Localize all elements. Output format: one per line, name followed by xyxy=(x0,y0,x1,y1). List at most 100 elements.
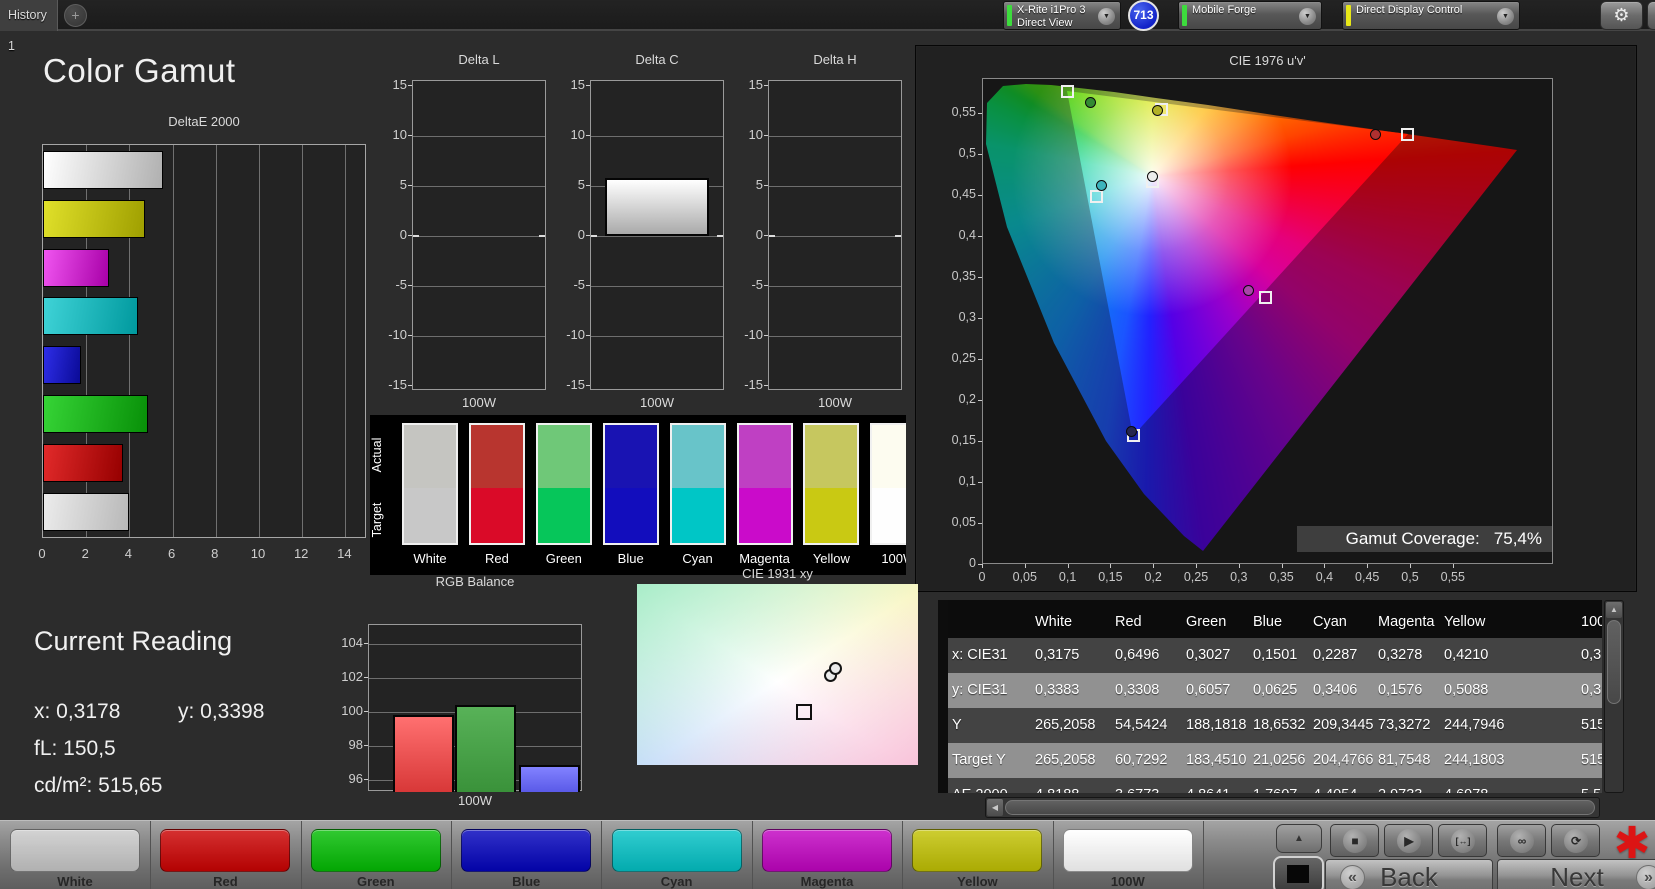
collapse-panel-button[interactable]: ◀ xyxy=(1647,1,1655,30)
scrollbar-thumb[interactable] xyxy=(1005,800,1595,815)
chevron-down-icon[interactable]: ▼ xyxy=(1098,8,1115,25)
chevron-down-icon[interactable]: ▼ xyxy=(1497,8,1514,25)
pattern-control-bar: White Red Green Blue Cyan Magenta Yellow 100W ▲ ■… xyxy=(0,820,1655,889)
pattern-button-blue[interactable] xyxy=(461,829,592,872)
display-control-dropdown[interactable]: Direct Display Control ▼ xyxy=(1342,1,1520,30)
add-tab-button[interactable]: + xyxy=(64,4,87,27)
tick-mark xyxy=(978,195,982,196)
bar-blue xyxy=(43,346,81,385)
gridline xyxy=(769,336,901,337)
gamut-coverage-label: Gamut Coverage: xyxy=(1345,529,1480,548)
y-tick-label: 0,5 xyxy=(958,146,976,160)
bar-yellow xyxy=(43,199,145,238)
tick-mark xyxy=(586,285,590,286)
table-cell: 18,6532 xyxy=(1253,717,1306,733)
table-cell: 81,7548 xyxy=(1378,752,1431,768)
scroll-left-button[interactable]: ◀ xyxy=(987,799,1003,816)
table-cell: 188,1818 xyxy=(1186,717,1247,733)
pattern-button-green[interactable] xyxy=(310,829,441,872)
chart-title: CIE 1931 xy xyxy=(742,566,813,581)
stop-icon: ■ xyxy=(1343,829,1367,853)
scroll-up-button[interactable]: ▲ xyxy=(1606,602,1622,618)
continuous-button[interactable]: ∞ xyxy=(1497,824,1546,857)
pattern-button-cyan[interactable] xyxy=(611,829,742,872)
reading-fl: fL: 150,5 xyxy=(34,737,116,760)
bar-red xyxy=(393,715,454,792)
x-tick-label: 0 xyxy=(38,546,46,561)
calman-window: History 1 + X-Rite i1Pro 3 Direct View ▼… xyxy=(0,0,1655,889)
pattern-button-white[interactable] xyxy=(10,829,140,872)
x-tick-label: 0,25 xyxy=(1183,570,1209,584)
table-cell: 0,1501 xyxy=(1253,647,1298,663)
table-cell: 0,2287 xyxy=(1313,647,1358,663)
chart-title: Delta H xyxy=(813,52,857,67)
cie1931-plot xyxy=(637,584,918,765)
tick-mark xyxy=(364,642,368,644)
tick-mark xyxy=(1410,564,1411,568)
gridline xyxy=(769,236,901,237)
x-tick-label: 4 xyxy=(124,546,132,561)
meter-dropdown[interactable]: X-Rite i1Pro 3 Direct View ▼ xyxy=(1003,1,1121,30)
next-button[interactable]: Next » xyxy=(1497,859,1655,889)
table-cell: 2,9733 xyxy=(1375,778,1441,793)
swatch-target xyxy=(671,488,724,543)
table-horizontal-scrollbar[interactable]: ◀ xyxy=(985,797,1600,818)
chart-title: RGB Balance xyxy=(435,574,515,589)
y-tick-label: 0,25 xyxy=(951,351,976,365)
pattern-button-yellow[interactable] xyxy=(912,829,1043,872)
refresh-button[interactable]: ⟳ xyxy=(1551,824,1600,857)
swatch-cyan xyxy=(669,423,726,545)
pattern-button-red[interactable] xyxy=(160,829,291,872)
stop-button[interactable]: ■ xyxy=(1330,824,1379,857)
gridline xyxy=(769,186,901,187)
meter-device-mode: Direct View xyxy=(1017,17,1073,29)
pattern-label: White xyxy=(57,874,93,889)
tick-mark xyxy=(586,335,590,336)
play-button[interactable]: ▶ xyxy=(1384,824,1433,857)
y-tick-label: 5 xyxy=(755,177,763,192)
back-button[interactable]: « Back xyxy=(1325,859,1493,889)
x-axis-label: 100W xyxy=(818,395,852,410)
tick-mark xyxy=(978,441,982,442)
meter-device-name: X-Rite i1Pro 3 xyxy=(1017,4,1086,16)
swatch-red xyxy=(468,423,525,545)
tick-mark xyxy=(764,85,768,86)
pattern-window-button[interactable] xyxy=(1273,856,1324,889)
x-tick-label: 2 xyxy=(81,546,89,561)
table-cell: 0,3308 xyxy=(1115,682,1160,698)
spinner-up-button[interactable]: ▲ xyxy=(1276,824,1322,853)
page-title: Color Gamut xyxy=(43,52,236,89)
y-tick-label: 5 xyxy=(399,177,407,192)
swatch-label: Magenta xyxy=(739,551,790,566)
swatch-100w xyxy=(870,423,906,545)
table-cell: 0,3383 xyxy=(1035,682,1080,698)
scrollbar-thumb[interactable] xyxy=(1607,620,1621,704)
settings-button[interactable]: ⚙ xyxy=(1600,1,1643,30)
arrow-up-icon: ▲ xyxy=(1294,833,1304,844)
x-axis-label: 100W xyxy=(458,793,492,808)
pattern-label: Yellow xyxy=(957,874,998,889)
loop-range-button[interactable]: [↔] xyxy=(1438,824,1487,857)
table-cell: 209,3445 xyxy=(1313,717,1374,733)
y-tick-label: 10 xyxy=(392,127,407,142)
gridline xyxy=(413,286,545,287)
back-label: Back xyxy=(1380,862,1438,889)
gridline xyxy=(413,336,545,337)
continuous-icon: ∞ xyxy=(1510,829,1534,853)
tick-mark xyxy=(586,85,590,86)
gamut-coverage-value: 75,4% xyxy=(1493,529,1542,548)
reading-y: y: 0,3398 xyxy=(178,700,265,723)
table-cell: 1,7607 xyxy=(1250,778,1310,793)
pattern-button-100w[interactable] xyxy=(1062,829,1193,872)
y-tick-label: 0,45 xyxy=(951,187,976,201)
swatch-label: Cyan xyxy=(682,551,713,566)
pattern-button-magenta[interactable] xyxy=(762,829,892,872)
y-tick-label: 0,15 xyxy=(951,433,976,447)
bar-cyan xyxy=(43,297,138,336)
source-dropdown[interactable]: Mobile Forge ▼ xyxy=(1178,1,1322,30)
table-vertical-scrollbar[interactable]: ▲ xyxy=(1604,600,1624,793)
x-tick-label: 0 xyxy=(978,570,986,584)
tab-history-1[interactable]: History 1 xyxy=(0,0,58,53)
chevron-down-icon[interactable]: ▼ xyxy=(1299,8,1316,25)
x-tick-label: 0,2 xyxy=(1144,570,1162,584)
